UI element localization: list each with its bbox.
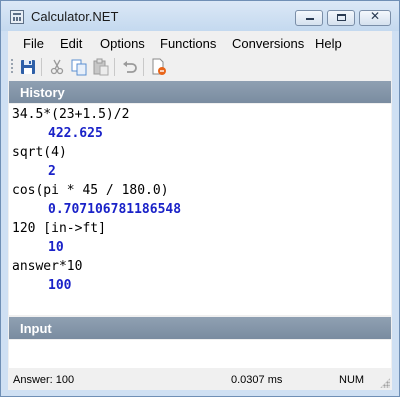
history-expression[interactable]: answer*10 [12, 259, 82, 274]
undo-icon [123, 61, 137, 73]
menu-file[interactable]: File [23, 36, 44, 51]
copy-icon [71, 59, 87, 76]
history-result[interactable]: 0.707106781186548 [48, 202, 181, 217]
minimize-button[interactable] [295, 10, 323, 26]
status-bar: Answer: 100 0.0307 ms NUM [8, 370, 392, 390]
calculator-window: Calculator.NET ✕ File Edit Options Funct… [0, 0, 400, 397]
toolbar-grip[interactable] [11, 59, 13, 75]
clear-history-button[interactable] [150, 58, 168, 76]
history-expression[interactable]: 120 [in->ft] [12, 221, 106, 236]
paste-button[interactable] [92, 58, 110, 76]
maximize-icon [337, 14, 346, 21]
save-icon [21, 60, 35, 74]
history-result[interactable]: 10 [48, 240, 64, 255]
window-client: File Edit Options Functions Conversions … [8, 31, 392, 390]
history-expression[interactable]: 34.5*(23+1.5)/2 [12, 107, 129, 122]
cut-icon [50, 59, 64, 75]
status-answer: Answer: 100 [13, 374, 75, 386]
window-title: Calculator.NET [31, 9, 119, 24]
status-elapsed-time: 0.0307 ms [231, 374, 283, 386]
input-header: Input [9, 317, 391, 339]
history-result[interactable]: 100 [48, 278, 71, 293]
status-num-lock: NUM [339, 374, 365, 386]
history-result[interactable]: 2 [48, 164, 56, 179]
maximize-button[interactable] [327, 10, 355, 26]
clear-history-icon [152, 58, 166, 75]
toolbar-separator [41, 58, 42, 76]
history-panel[interactable]: 34.5*(23+1.5)/2 422.625 sqrt(4) 2 cos(pi… [9, 104, 391, 315]
history-header: History [9, 81, 391, 103]
history-header-label: History [20, 85, 65, 100]
close-icon: ✕ [369, 9, 381, 23]
toolbar-separator [114, 58, 115, 76]
paste-icon [93, 58, 109, 76]
expression-input[interactable] [9, 340, 391, 368]
menu-edit[interactable]: Edit [60, 36, 82, 51]
menu-options[interactable]: Options [100, 36, 145, 51]
minimize-icon [306, 18, 314, 20]
toolbar-separator [143, 58, 144, 76]
input-header-label: Input [20, 321, 52, 336]
cut-button[interactable] [48, 58, 66, 76]
history-result[interactable]: 422.625 [48, 126, 103, 141]
menu-functions[interactable]: Functions [160, 36, 216, 51]
history-expression[interactable]: cos(pi * 45 / 180.0) [12, 183, 169, 198]
undo-button[interactable] [121, 58, 139, 76]
toolbar [8, 55, 392, 79]
close-button[interactable]: ✕ [359, 9, 391, 26]
menu-bar: File Edit Options Functions Conversions … [8, 31, 392, 53]
menu-help[interactable]: Help [315, 36, 342, 51]
copy-button[interactable] [70, 58, 88, 76]
resize-grip-icon[interactable] [380, 378, 390, 388]
title-bar[interactable]: Calculator.NET ✕ [1, 1, 399, 31]
save-button[interactable] [19, 58, 37, 76]
history-expression[interactable]: sqrt(4) [12, 145, 67, 160]
calculator-icon [10, 10, 24, 24]
menu-conversions[interactable]: Conversions [232, 36, 304, 51]
